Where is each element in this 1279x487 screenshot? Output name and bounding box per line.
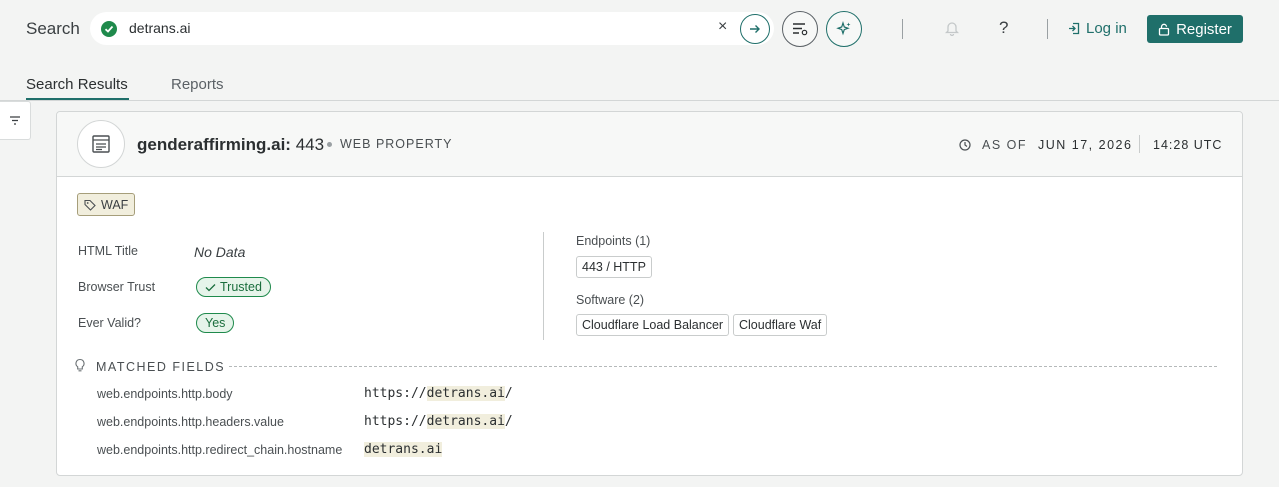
arrow-right-icon <box>750 25 760 33</box>
result-host[interactable]: genderaffirming.ai: 443 <box>137 135 324 155</box>
list-settings-icon <box>793 23 808 36</box>
result-hostname: genderaffirming.ai: <box>137 135 291 154</box>
clear-search-icon[interactable]: × <box>718 18 727 36</box>
filter-icon <box>10 116 20 125</box>
column-divider <box>543 232 544 340</box>
separator-dot <box>327 142 332 147</box>
matched-field-key: web.endpoints.http.headers.value <box>97 415 284 429</box>
value-match: detrans.ai <box>426 386 505 401</box>
as-of-label: AS OF <box>982 138 1028 152</box>
software-label: Software (2) <box>576 293 645 307</box>
tab-reports[interactable]: Reports <box>171 76 224 93</box>
software-chip[interactable]: Cloudflare Load Balancer <box>576 314 730 336</box>
software-chip[interactable]: Cloudflare Waf <box>733 314 828 336</box>
scan-date: JUN 17, 2026 <box>1038 138 1133 152</box>
browser-trust-value: Trusted <box>220 280 262 294</box>
matched-fields-rule <box>229 366 1217 367</box>
matched-fields-title: MATCHED FIELDS <box>96 360 226 374</box>
lock-icon <box>1158 23 1170 36</box>
filter-panel-toggle[interactable] <box>0 101 31 140</box>
scan-time: 14:28 UTC <box>1153 138 1223 152</box>
result-card: genderaffirming.ai: 443 WEB PROPERTY AS … <box>56 111 1243 476</box>
ever-valid-value: Yes <box>205 316 226 330</box>
search-submit-button[interactable] <box>740 14 770 44</box>
search-label: Search <box>26 19 80 38</box>
tab-search-results[interactable]: Search Results <box>26 76 128 93</box>
browser-trust-badge: Trusted <box>196 277 271 297</box>
help-icon[interactable]: ? <box>999 18 1008 38</box>
result-port: 443 <box>295 135 325 154</box>
ever-valid-badge: Yes <box>196 313 235 333</box>
web-property-icon <box>77 120 125 168</box>
query-settings-button[interactable] <box>782 11 818 47</box>
value-match: detrans.ai <box>364 442 443 457</box>
ai-assist-button[interactable] <box>826 11 862 47</box>
login-link[interactable]: Log in <box>1068 20 1127 37</box>
value-suffix: / <box>504 386 513 401</box>
search-box[interactable] <box>90 12 774 45</box>
result-card-header: genderaffirming.ai: 443 WEB PROPERTY AS … <box>57 112 1242 177</box>
check-icon <box>205 283 216 291</box>
value-match: detrans.ai <box>426 414 505 429</box>
lightbulb-icon <box>74 358 86 377</box>
tag-label: WAF <box>101 197 129 212</box>
value-suffix: / <box>504 414 513 429</box>
divider <box>1047 19 1048 39</box>
divider <box>902 19 903 39</box>
register-label: Register <box>1176 20 1232 38</box>
register-button[interactable]: Register <box>1147 15 1243 43</box>
login-label: Log in <box>1086 20 1127 37</box>
tabs-divider <box>0 100 1279 101</box>
login-icon <box>1069 22 1080 35</box>
matched-field-key: web.endpoints.http.body <box>97 387 233 401</box>
search-input[interactable]: detrans.ai <box>129 20 190 36</box>
matched-field-key: web.endpoints.http.redirect_chain.hostna… <box>97 443 343 457</box>
clock-icon <box>959 138 971 156</box>
matched-field-value[interactable]: https://detrans.ai/ <box>364 414 513 429</box>
label-tag[interactable]: WAF <box>77 193 136 216</box>
browser-trust-label: Browser Trust <box>78 280 156 294</box>
html-title-value: No Data <box>194 244 246 260</box>
bell-icon[interactable] <box>944 20 960 41</box>
value-prefix: https:// <box>364 414 427 429</box>
ever-valid-label: Ever Valid? <box>78 316 141 330</box>
endpoint-chip[interactable]: 443 / HTTP <box>576 256 652 278</box>
endpoints-label: Endpoints (1) <box>576 234 651 248</box>
sparkle-icon <box>836 21 851 36</box>
property-type: WEB PROPERTY <box>340 137 453 151</box>
divider <box>1139 135 1140 153</box>
html-title-label: HTML Title <box>78 244 138 258</box>
matched-field-value[interactable]: detrans.ai <box>364 442 443 457</box>
matched-field-value[interactable]: https://detrans.ai/ <box>364 386 513 401</box>
tag-icon <box>84 199 96 211</box>
value-prefix: https:// <box>364 386 427 401</box>
valid-query-check-icon <box>101 21 117 37</box>
